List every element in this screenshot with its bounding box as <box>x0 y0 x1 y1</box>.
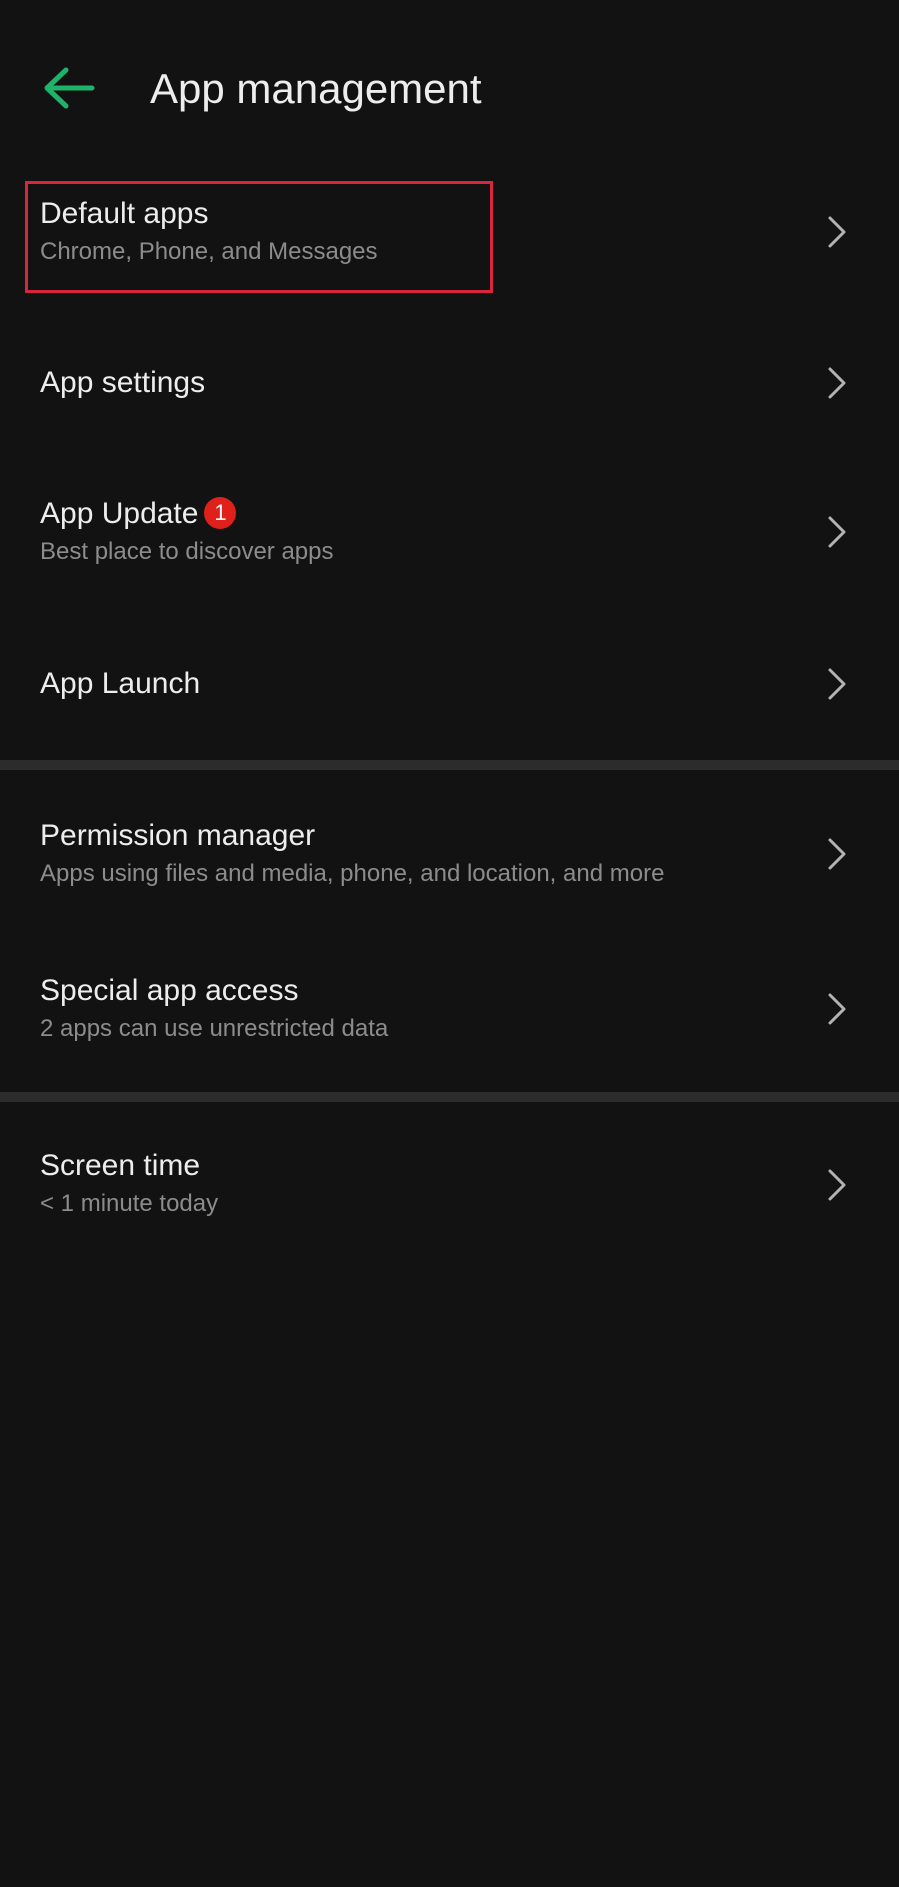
top-app-bar: App management <box>0 0 899 180</box>
chevron-right-icon <box>828 516 846 548</box>
back-button[interactable] <box>34 56 104 120</box>
arrow-left-icon <box>44 67 95 109</box>
list-item-title: Screen time <box>40 1149 201 1182</box>
list-item-permission-manager[interactable]: Permission manager Apps using files and … <box>0 800 899 920</box>
list-item-special-app-access[interactable]: Special app access 2 apps can use unrest… <box>0 955 899 1075</box>
chevron-right-icon <box>828 668 846 700</box>
list-item-title: Permission manager <box>40 819 316 852</box>
list-item-title: App settings <box>40 366 206 399</box>
list-item-screen-time[interactable]: Screen time < 1 minute today <box>0 1130 899 1250</box>
list-item-title: App Launch <box>40 667 201 700</box>
chevron-right-icon <box>828 367 846 399</box>
chevron-right-icon <box>828 1169 846 1201</box>
section-divider <box>0 1092 899 1102</box>
notification-badge: 1 <box>204 497 237 529</box>
list-item-subtitle: Best place to discover apps <box>40 538 334 565</box>
list-item-app-settings[interactable]: App settings <box>0 330 899 440</box>
page-title: App management <box>150 65 482 112</box>
list-item-title: App Update 1 <box>40 495 237 533</box>
highlight-box <box>25 181 493 293</box>
list-item-title: Special app access <box>40 974 299 1007</box>
list-item-subtitle: 2 apps can use unrestricted data <box>40 1015 389 1042</box>
list-item-app-launch[interactable]: App Launch <box>0 630 899 740</box>
section-divider <box>0 760 899 770</box>
list-item-subtitle: < 1 minute today <box>40 1190 219 1217</box>
chevron-right-icon <box>828 993 846 1025</box>
chevron-right-icon <box>828 838 846 870</box>
list-item-app-update[interactable]: App Update 1 Best place to discover apps <box>0 480 899 600</box>
list-item-subtitle: Apps using files and media, phone, and l… <box>40 860 665 887</box>
chevron-right-icon <box>828 216 846 248</box>
list-item-title-text: App Update <box>40 497 199 530</box>
